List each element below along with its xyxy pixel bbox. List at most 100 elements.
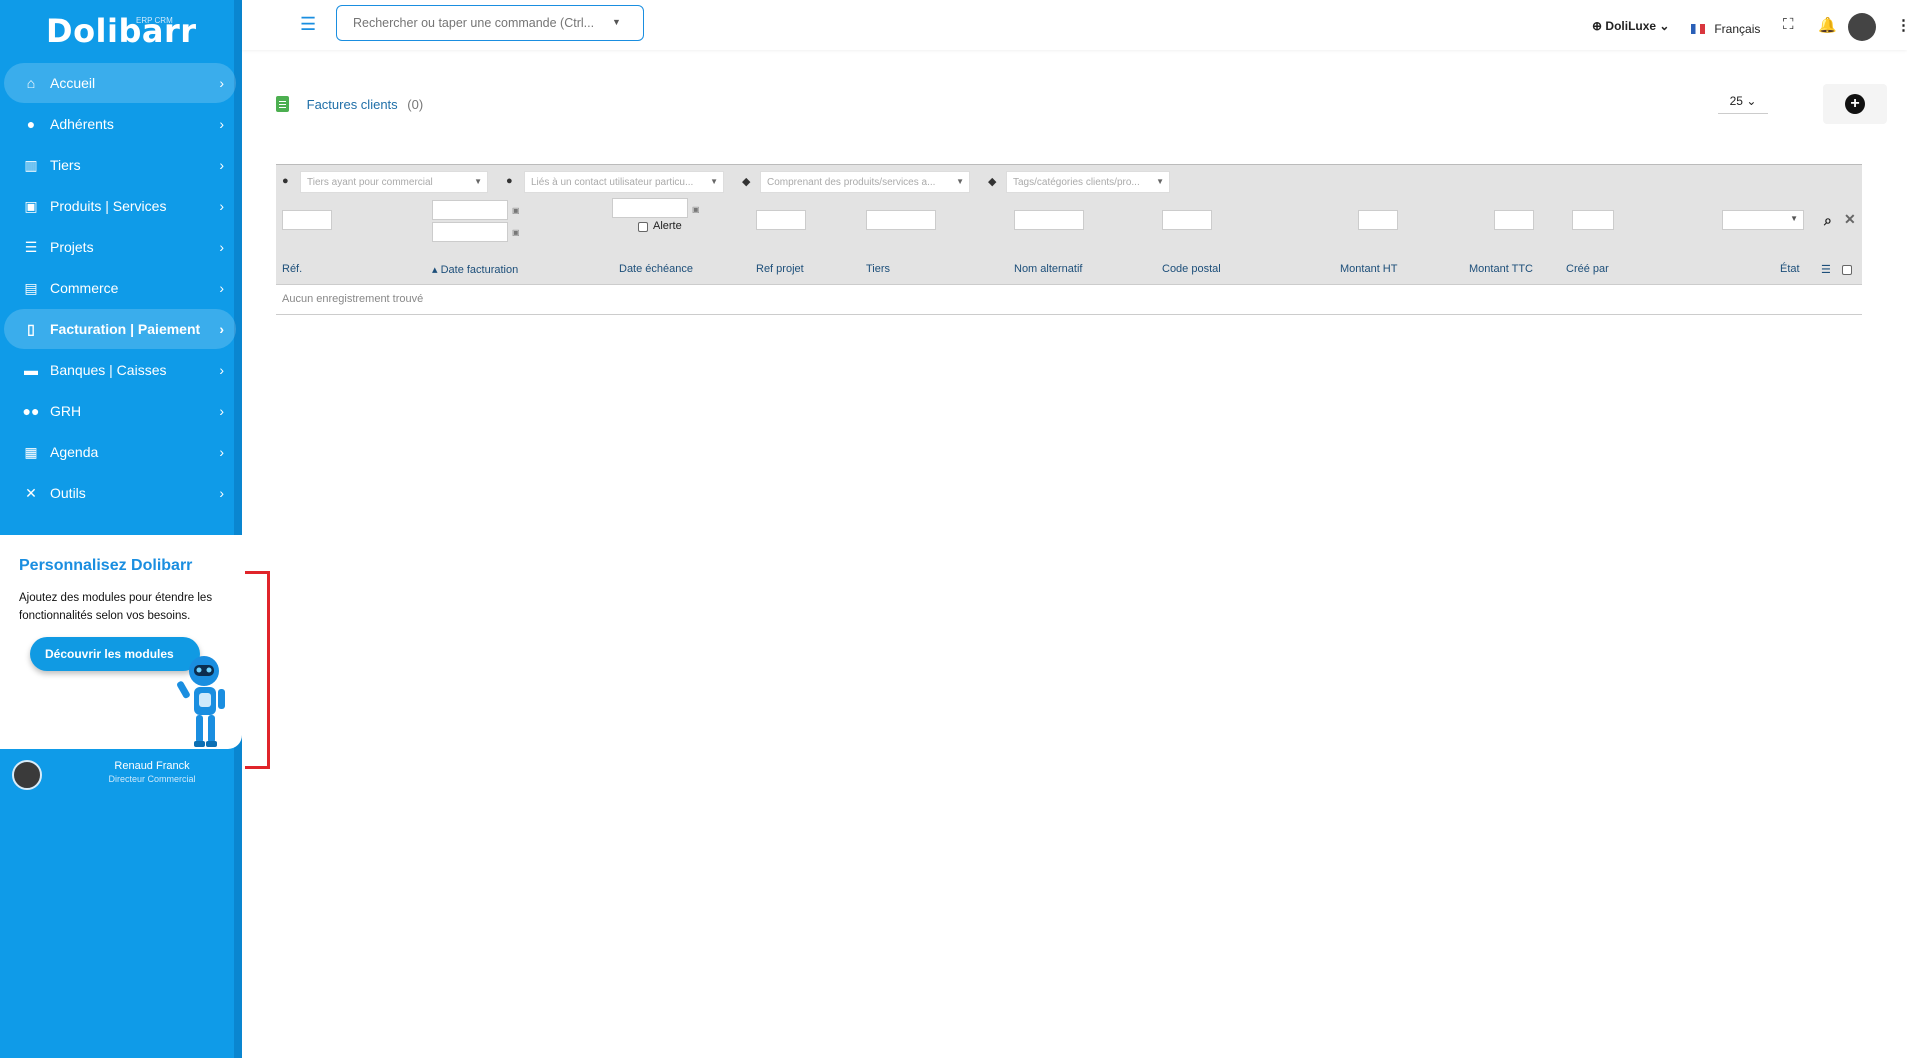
column-header[interactable]: Code postal [1162,263,1221,275]
briefcase-icon: ▤ [24,279,38,296]
close-icon[interactable]: ✕ [1844,211,1856,228]
sidebar-item-label: Projets [50,239,94,255]
tag-icon: ◆ [742,176,751,188]
add-invoice-button[interactable]: + [1823,84,1887,124]
language-selector[interactable]: Français [1691,22,1760,36]
chevron-right-icon: › [219,485,224,501]
promo-title: Personnalisez Dolibarr [19,557,193,574]
project-ref-input[interactable] [756,210,806,230]
column-header[interactable]: État [1780,263,1800,275]
chevron-right-icon: › [219,444,224,460]
user-name: Renaud Franck [114,760,190,772]
sidebar-item-banques-caisses[interactable]: ▬ Banques | Caisses › [4,350,236,390]
filter-placeholder: Tiers ayant pour commercial [307,177,433,188]
column-header[interactable]: Montant TTC [1469,263,1533,275]
tag-icon: ◆ [988,176,997,188]
sidebar-item-accueil[interactable]: ⌂ Accueil › [4,63,236,103]
chevron-right-icon: › [219,198,224,214]
contact-filter[interactable]: Liés à un contact utilisateur particu...… [524,171,724,193]
sidebar-item-commerce[interactable]: ▤ Commerce › [4,268,236,308]
select-all-checkbox[interactable] [1842,265,1852,275]
date-from-input[interactable] [432,200,508,220]
products-filter[interactable]: Comprenant des produits/services a... ▼ [760,171,970,193]
sidebar-nav: ⌂ Accueil › ● Adhérents › ▥ Tiers › ▣ Pr… [0,63,242,514]
column-list-icon[interactable]: ☰ [1821,263,1831,276]
fullscreen-icon[interactable]: ⛶ [1783,16,1794,33]
menu-toggle-icon[interactable]: ☰ [300,14,316,35]
date-to-input[interactable] [432,222,508,242]
column-header[interactable]: Ref projet [756,263,804,275]
sidebar-item-produits-services[interactable]: ▣ Produits | Services › [4,186,236,226]
sidebar-item-adherents[interactable]: ● Adhérents › [4,104,236,144]
amount-ht-input[interactable] [1358,210,1398,230]
sidebar-item-grh[interactable]: ●● GRH › [4,391,236,431]
search-icon[interactable]: ⌕ [1824,212,1832,229]
column-header[interactable]: Tiers [866,263,890,275]
table-row: Aucun enregistrement trouvé [276,284,1862,315]
alert-checkbox[interactable] [638,222,648,232]
avatar[interactable] [12,760,42,790]
chevron-right-icon: › [219,75,224,91]
user-profile[interactable]: Renaud Franck Directeur Commercial [12,760,242,792]
bell-icon[interactable]: 🔔 [1818,16,1837,34]
more-vertical-icon[interactable]: ⋮ [1896,16,1907,34]
postal-code-input[interactable] [1162,210,1212,230]
avatar[interactable] [1848,13,1876,41]
entity-selector[interactable]: ⊕ DoliLuxe ⌄ [1592,19,1669,33]
tags-filter[interactable]: Tags/catégories clients/pro... ▼ [1006,171,1170,193]
sidebar-item-outils[interactable]: ✕ Outils › [4,473,236,513]
amount-ttc-input[interactable] [1494,210,1534,230]
sidebar-item-tiers[interactable]: ▥ Tiers › [4,145,236,185]
list-icon: ☰ [24,238,38,255]
empty-message: Aucun enregistrement trouvé [282,293,424,305]
promo-card: Personnalisez Dolibarr Ajoutez des modul… [0,535,242,749]
alt-name-input[interactable] [1014,210,1084,230]
tiers-input[interactable] [866,210,936,230]
logo[interactable]: Dolibarr [46,12,197,50]
status-select[interactable]: ▼ [1722,210,1804,230]
bank-card-icon: ▬ [24,362,38,378]
globe-icon: ⊕ [1592,19,1603,33]
chevron-right-icon: › [219,280,224,296]
entity-name: DoliLuxe [1605,19,1657,33]
column-header[interactable]: Nom alternatif [1014,263,1082,275]
column-header[interactable]: Réf. [282,263,302,275]
column-header[interactable]: Créé par [1566,263,1609,275]
chevron-down-icon[interactable]: ▼ [612,17,621,27]
chevron-down-icon: ⌄ [1746,94,1757,108]
user-role: Directeur Commercial [108,774,196,784]
page-title: Factures clients (0) [276,96,423,112]
chevron-right-icon: › [219,157,224,173]
main-content: Factures clients (0) 25 ⌄ + ● Tiers ayan… [242,50,1907,1058]
filter-bar: ● Tiers ayant pour commercial ▼ ● Liés à… [276,164,1862,199]
chevron-down-icon: ▼ [474,177,482,186]
sidebar-item-facturation-paiement[interactable]: ▯ Facturation | Paiement › [4,309,236,349]
sidebar-item-label: Accueil [50,75,96,91]
calendar-icon[interactable]: ▣ [692,205,700,214]
column-header[interactable]: Montant HT [1340,263,1397,275]
calendar-icon[interactable]: ▣ [512,228,520,237]
user-icon: ● [282,175,289,187]
created-by-input[interactable] [1572,210,1614,230]
tools-icon: ✕ [25,484,37,501]
sidebar: Dolibarr ERP CRM ⌂ Accueil › ● Adhérents… [0,0,242,1058]
language-label: Français [1714,22,1761,36]
column-header-sorted[interactable]: ▴ Date facturation [432,263,518,276]
column-header[interactable]: Date échéance [619,263,693,275]
per-page-select[interactable]: 25 ⌄ [1718,94,1768,114]
sidebar-item-projets[interactable]: ☰ Projets › [4,227,236,267]
plus-circle-icon: + [1845,94,1865,114]
per-page-value: 25 [1729,94,1743,108]
chevron-right-icon: › [219,403,224,419]
search-input[interactable] [336,5,644,41]
sidebar-item-agenda[interactable]: ▦ Agenda › [4,432,236,472]
calendar-icon[interactable]: ▣ [512,206,520,215]
chevron-right-icon: › [219,321,224,337]
chevron-down-icon: ▼ [1156,177,1164,186]
sales-rep-filter[interactable]: Tiers ayant pour commercial ▼ [300,171,488,193]
page-title-text: Factures clients [306,97,398,112]
due-date-input[interactable] [612,198,688,218]
home-icon: ⌂ [26,75,36,91]
sidebar-item-label: Facturation | Paiement [50,321,201,337]
ref-search-input[interactable] [282,210,332,230]
